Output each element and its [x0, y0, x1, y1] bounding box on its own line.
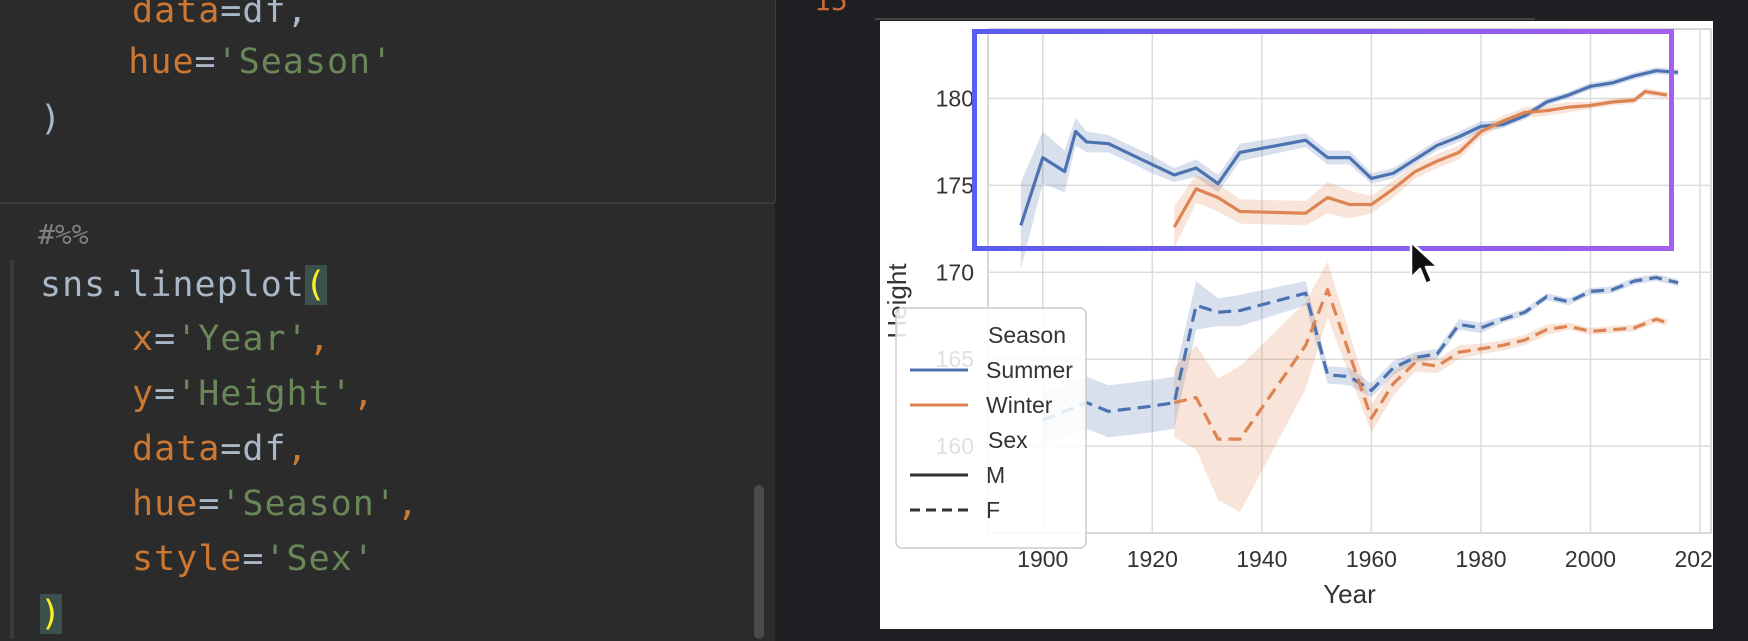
code-line-arg-hue[interactable]: hue='Season', — [132, 487, 419, 522]
code-line-arg-y[interactable]: y='Height', — [132, 377, 375, 412]
code-close-paren: ) — [40, 594, 63, 634]
code-arg-key: hue — [128, 42, 195, 82]
x-tick-label: 2000 — [1565, 546, 1616, 572]
code-arg-value: 'Season' — [216, 42, 394, 82]
code-line-arg-x[interactable]: x='Year', — [132, 322, 331, 357]
code-arg-key: style — [132, 539, 243, 579]
code-arg-key: y — [132, 374, 155, 414]
code-arg-value: 'Season' — [220, 484, 397, 524]
y-tick-label: 170 — [936, 259, 974, 285]
x-axis-label: Year — [1323, 579, 1376, 609]
code-line-arg-style[interactable]: style='Sex' — [132, 542, 375, 577]
code-arg-value: 'Height' — [176, 374, 353, 414]
annotation-highlight-box — [972, 29, 1674, 251]
code-arg-value: 'Sex' — [264, 539, 375, 579]
legend-entry: Summer — [986, 357, 1073, 383]
legend-title: Sex — [988, 427, 1028, 453]
legend-entry: M — [986, 462, 1005, 488]
code-arg-key: data — [132, 0, 221, 31]
mouse-cursor-icon — [1409, 240, 1440, 286]
code-line-arg-data[interactable]: data=df, — [132, 432, 309, 467]
x-tick-label: 1940 — [1236, 546, 1287, 572]
code-arg-key: x — [132, 319, 155, 359]
line-number: 15 — [814, 0, 848, 17]
code-line-data[interactable]: data=df, — [40, 0, 309, 29]
code-editor-upper-cell[interactable]: data=df, hue='Season' ) — [0, 0, 776, 202]
legend-entry: Winter — [986, 392, 1053, 418]
x-tick-label: 1980 — [1455, 546, 1506, 572]
y-tick-label: 175 — [936, 172, 974, 198]
editor-scrollbar[interactable] — [754, 485, 764, 639]
code-line-close-call[interactable]: ) — [40, 594, 63, 634]
x-tick-label: 1960 — [1346, 546, 1397, 572]
code-arg-key: data — [132, 429, 221, 469]
cell-marker: #%% — [38, 218, 89, 251]
x-tick-label: 2020 — [1674, 546, 1713, 572]
y-tick-label: 180 — [936, 86, 974, 112]
code-arg-value: df — [242, 429, 287, 469]
code-function-call: sns.lineplot — [40, 265, 305, 305]
code-arg-key: hue — [132, 484, 199, 524]
x-tick-label: 1920 — [1127, 546, 1178, 572]
code-arg-value: df — [242, 0, 287, 31]
legend-entry: F — [986, 497, 1000, 523]
output-top-strip — [875, 0, 1535, 20]
code-arg-value: 'Year' — [176, 319, 309, 359]
code-line-close[interactable]: ) — [40, 102, 62, 137]
legend-title: Season — [988, 322, 1066, 348]
code-open-paren: ( — [304, 265, 327, 305]
cell-gutter-bar — [10, 260, 14, 639]
x-tick-label: 1900 — [1017, 546, 1068, 572]
code-close-paren: ) — [40, 99, 63, 139]
code-line-call[interactable]: sns.lineplot( — [40, 265, 327, 305]
code-line-hue[interactable]: hue='Season' — [40, 45, 393, 80]
